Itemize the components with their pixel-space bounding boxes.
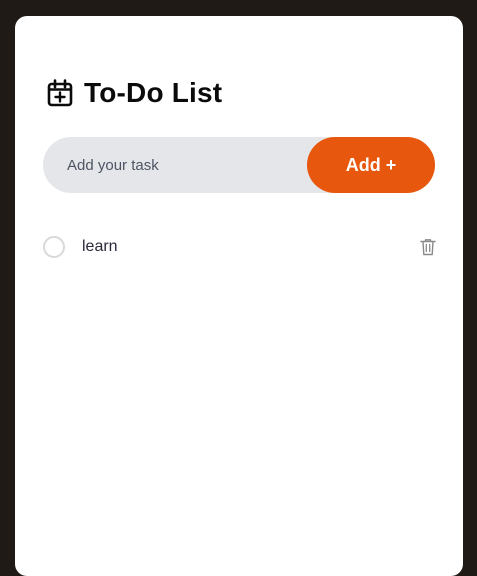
add-button[interactable]: Add + xyxy=(307,137,435,193)
task-input[interactable] xyxy=(67,137,297,193)
calendar-plus-icon xyxy=(47,79,73,107)
task-input-row: Add + xyxy=(43,137,435,193)
task-list: learn xyxy=(43,231,436,263)
task-checkbox[interactable] xyxy=(43,236,65,258)
task-text: learn xyxy=(82,238,118,255)
header: To-Do List xyxy=(47,77,222,109)
page-title: To-Do List xyxy=(84,77,223,108)
trash-icon[interactable] xyxy=(420,238,436,256)
task-item[interactable]: learn xyxy=(43,231,436,263)
todo-card: To-Do List Add + learn xyxy=(15,16,463,576)
